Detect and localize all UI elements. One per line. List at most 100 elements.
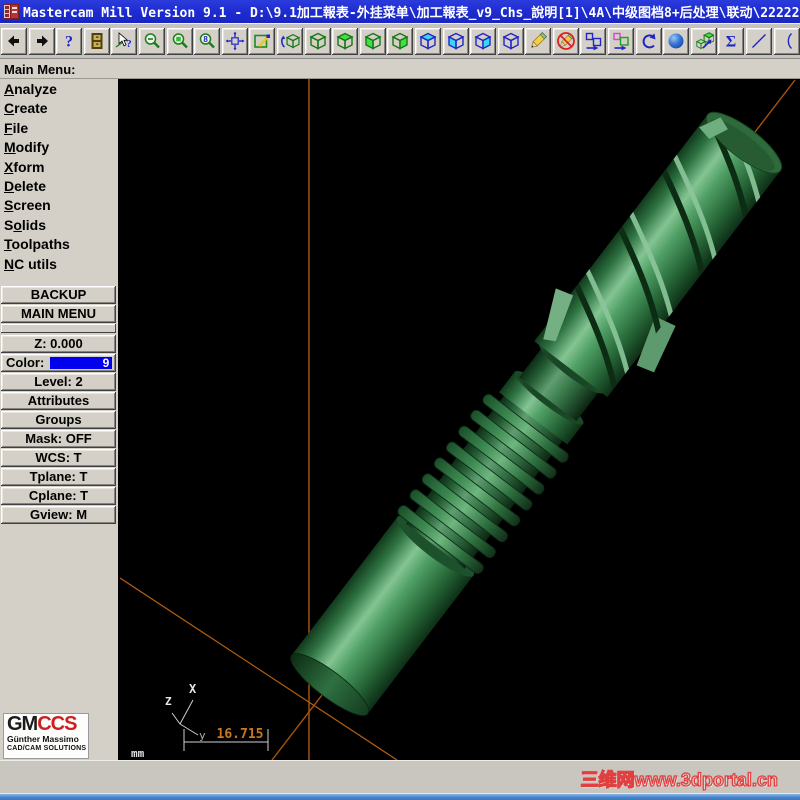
backup-button[interactable]: BACKUP — [1, 285, 116, 304]
attributes-button[interactable]: Attributes — [1, 391, 116, 410]
blue-cube-wire-icon — [501, 31, 521, 51]
gnomon-x-label: X — [189, 682, 197, 696]
sigma-icon: Σ — [721, 31, 741, 51]
gview-front-button[interactable] — [359, 27, 386, 55]
menu-item-delete[interactable]: Delete — [0, 178, 118, 197]
dimension-axis-label: y — [199, 729, 206, 742]
solid-model[interactable] — [273, 90, 800, 736]
graphics-viewport[interactable]: X Z y 16.715 mm — [119, 79, 800, 760]
pointer-question-icon: ? — [114, 31, 134, 51]
menu-item-modify[interactable]: Modify — [0, 139, 118, 158]
translate-button[interactable] — [580, 27, 607, 55]
wireframe-view-button[interactable] — [497, 27, 524, 55]
help-button[interactable]: ? — [56, 27, 83, 55]
repaint-brush-icon — [252, 31, 272, 51]
color-swatch[interactable]: 9 — [50, 356, 113, 369]
status-bar: 三维网www.3dportal.cn — [0, 760, 800, 793]
unzoom-08-button[interactable]: 8 — [194, 27, 221, 55]
dynamic-rotate-button[interactable] — [276, 27, 303, 55]
xform-copy-button[interactable] — [608, 27, 635, 55]
main-menu-button[interactable]: MAIN MENU — [1, 304, 116, 323]
gmccs-logo-line1: Günther Massimo — [7, 734, 79, 744]
cplane-top-button[interactable] — [414, 27, 441, 55]
undo-button[interactable] — [635, 27, 662, 55]
zoom-button[interactable] — [138, 27, 165, 55]
menu-item-nc-utils[interactable]: NC utils — [0, 256, 118, 275]
menu-item-solids[interactable]: Solids — [0, 217, 118, 236]
nc-utils-button[interactable]: Σ — [718, 27, 745, 55]
green-cube-side-icon — [390, 31, 410, 51]
gview-button[interactable]: Gview: M — [1, 505, 116, 524]
create-arc-button[interactable] — [773, 27, 800, 55]
delete-button[interactable] — [525, 27, 552, 55]
dimension-value: 16.715 — [217, 727, 264, 742]
file-manager-button[interactable] — [83, 27, 110, 55]
cplane-front-button[interactable] — [442, 27, 469, 55]
main-menu-header: Main Menu: — [0, 59, 800, 79]
status-button-panel: Z: 0.000 Color: 9 Level: 2 Attributes Groups M… — [0, 334, 118, 524]
undelete-button[interactable] — [552, 27, 579, 55]
zoom-window-button[interactable] — [166, 27, 193, 55]
pan-button[interactable] — [221, 27, 248, 55]
gmccs-logo-line2: CAD/CAM SOLUTIONS — [7, 745, 87, 752]
tplane-button[interactable]: Tplane: T — [1, 467, 116, 486]
wcs-button[interactable]: WCS: T — [1, 448, 116, 467]
menu-item-toolpaths[interactable]: Toolpaths — [0, 236, 118, 255]
viewport-canvas[interactable]: X Z y 16.715 mm — [119, 79, 800, 760]
file-cabinet-icon — [87, 31, 107, 51]
z-button[interactable]: Z: 0.000 — [1, 334, 116, 353]
green-cube-front-icon — [363, 31, 383, 51]
svg-text:?: ? — [127, 38, 133, 50]
undo-arrow-icon — [639, 31, 659, 51]
gmccs-logo: GMCCS Günther Massimo CAD/CAM SOLUTIONS — [3, 713, 89, 759]
repaint-button[interactable] — [249, 27, 276, 55]
taskbar-edge — [0, 793, 800, 800]
gview-side-button[interactable] — [387, 27, 414, 55]
gnomon-z-label: Z — [165, 695, 172, 708]
green-cube-wire-icon — [308, 31, 328, 51]
cplane-side-button[interactable] — [470, 27, 497, 55]
arrow-right-icon — [32, 31, 52, 51]
sidebar: Analyze Create File Modify Xform Delete Screen… — [0, 79, 119, 760]
create-line-button[interactable] — [746, 27, 773, 55]
menu-item-analyze[interactable]: Analyze — [0, 81, 118, 100]
arc-icon — [777, 31, 797, 51]
color-button[interactable]: Color: 9 — [1, 353, 116, 372]
forward-button[interactable] — [28, 27, 55, 55]
shade-button[interactable] — [663, 27, 690, 55]
level-button[interactable]: Level: 2 — [1, 372, 116, 391]
magnifier-8-icon: 8 — [197, 31, 217, 51]
pencil-no-icon — [556, 31, 576, 51]
solids-button[interactable] — [690, 27, 717, 55]
squares-arrow-blue-icon — [583, 31, 603, 51]
watermark-text: 三维网www.3dportal.cn — [580, 769, 779, 790]
cplane-button[interactable]: Cplane: T — [1, 486, 116, 505]
toolbar: ? ? 8 Σ — [0, 23, 800, 59]
menu-item-xform[interactable]: Xform — [0, 159, 118, 178]
mastercam-window: Mastercam Mill Version 9.1 - D:\9.1加工報表-… — [0, 0, 800, 800]
back-button[interactable] — [1, 27, 27, 55]
blue-cube-top-icon — [418, 31, 438, 51]
menu-item-screen[interactable]: Screen — [0, 197, 118, 216]
menu-item-create[interactable]: Create — [0, 100, 118, 119]
separator-strip — [1, 323, 116, 333]
squares-arrow-pink-icon — [611, 31, 631, 51]
menu-item-file[interactable]: File — [0, 120, 118, 139]
gview-top-button[interactable] — [332, 27, 359, 55]
arrow-left-icon — [4, 31, 24, 51]
main-menu-list: Analyze Create File Modify Xform Delete Screen… — [0, 79, 118, 275]
title-bar[interactable]: Mastercam Mill Version 9.1 - D:\9.1加工報表-… — [0, 0, 800, 23]
groups-button[interactable]: Groups — [1, 410, 116, 429]
green-cube-top-icon — [335, 31, 355, 51]
analyze-what-button[interactable]: ? — [111, 27, 138, 55]
svg-text:?: ? — [65, 34, 73, 51]
units-label: mm — [131, 747, 145, 760]
gview-isometric-button[interactable] — [304, 27, 331, 55]
gmccs-logo-title: GMCCS — [7, 713, 77, 735]
mask-button[interactable]: Mask: OFF — [1, 429, 116, 448]
app-icon — [3, 4, 19, 19]
pan-arrows-icon — [225, 31, 245, 51]
svg-text:8: 8 — [204, 35, 209, 44]
blue-cube-side-icon — [473, 31, 493, 51]
